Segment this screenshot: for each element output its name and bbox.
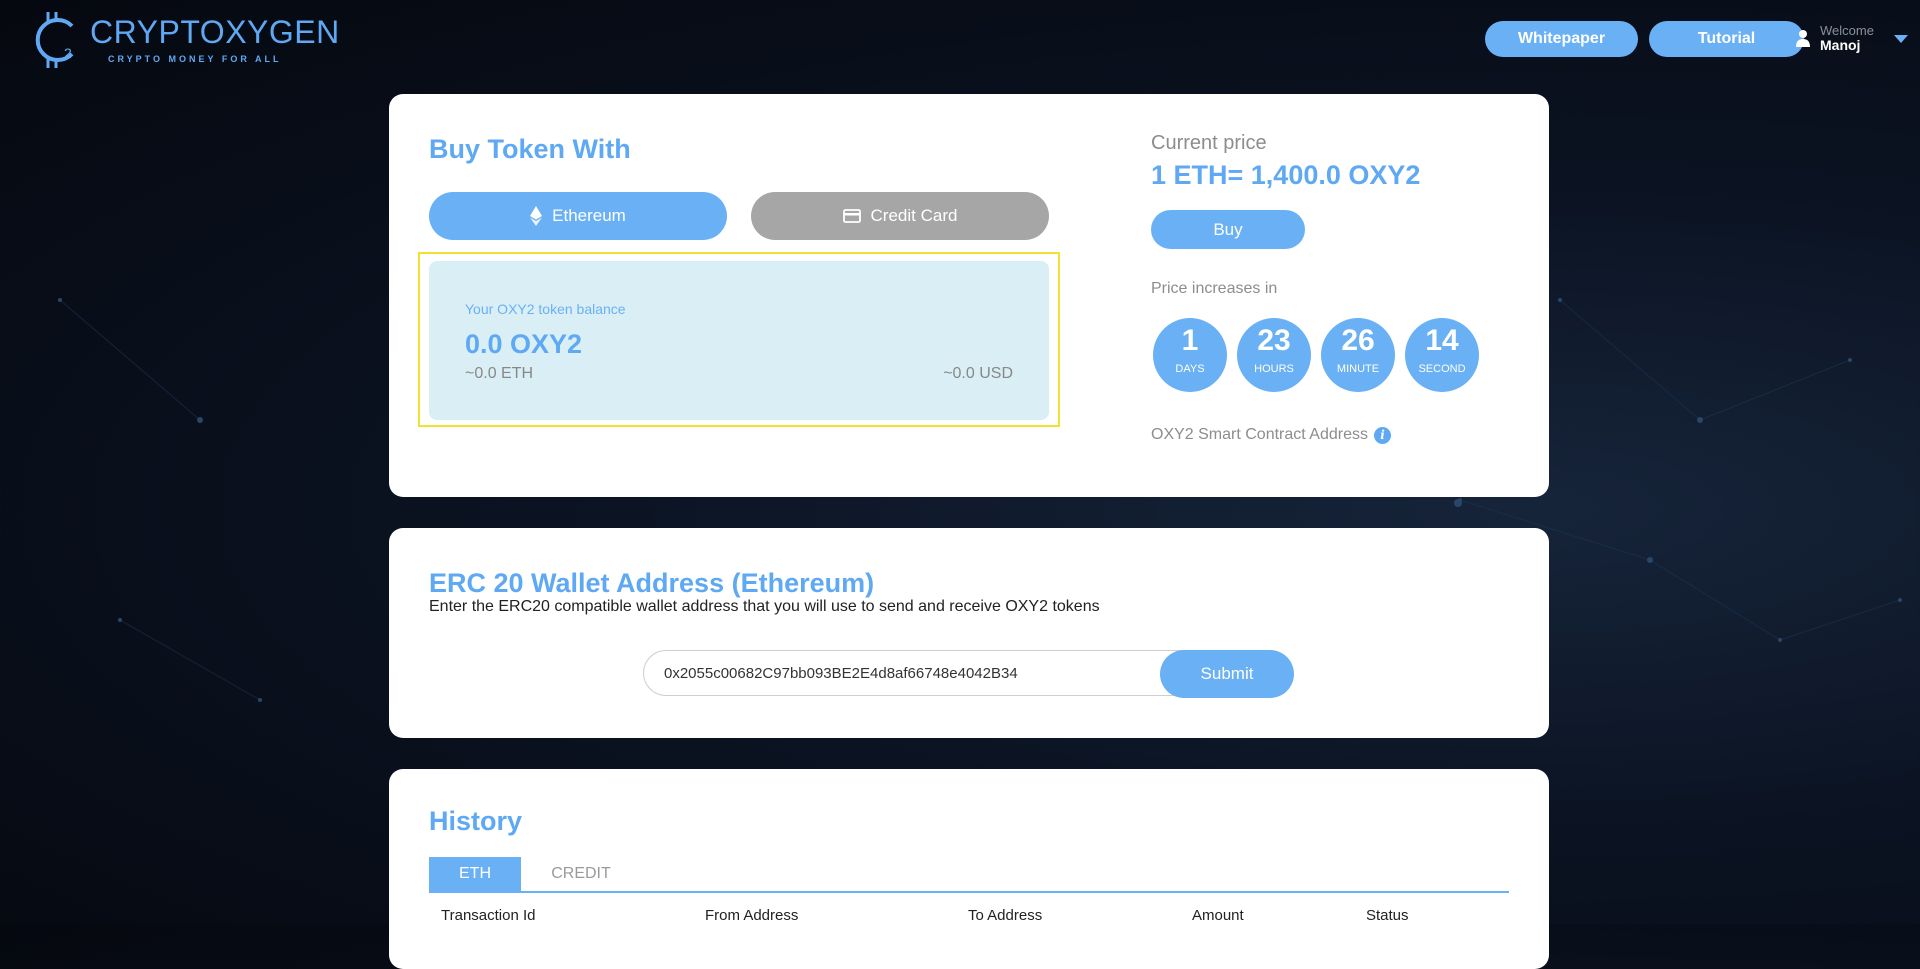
countdown-value: 26 (1341, 324, 1375, 357)
history-card: History ETH CREDIT Transaction Id From A… (389, 769, 1549, 969)
user-icon (1796, 30, 1810, 48)
wallet-address-input[interactable] (643, 650, 1203, 696)
ethereum-icon (530, 206, 543, 226)
welcome-label: Welcome (1820, 23, 1874, 38)
current-price-label: Current price (1151, 132, 1267, 154)
whitepaper-button[interactable]: Whitepaper (1485, 21, 1638, 57)
balance-eth: ~0.0 ETH (465, 365, 534, 382)
countdown-value: 23 (1257, 324, 1291, 357)
ethereum-label: Ethereum (552, 206, 626, 225)
countdown-unit: SECOND (1418, 363, 1466, 375)
countdown-unit: MINUTE (1336, 363, 1380, 375)
tutorial-button[interactable]: Tutorial (1649, 21, 1804, 57)
column-header: From Address (705, 907, 799, 924)
balance-usd: ~0.0 USD (943, 365, 1013, 382)
buy-token-title: Buy Token With (429, 134, 631, 164)
balance-panel: Your OXY2 token balance 0.0 OXY2 ~0.0 ET… (429, 261, 1049, 420)
countdown-hours: 23 HOURS (1237, 318, 1311, 392)
user-name: Manoj (1820, 36, 1861, 53)
history-title: History (429, 806, 523, 836)
credit-card-label: Credit Card (870, 206, 958, 225)
countdown-days: 1 DAYS (1153, 318, 1227, 392)
balance-label: Your OXY2 token balance (465, 301, 626, 317)
countdown-unit: HOURS (1254, 363, 1294, 375)
credit-card-button[interactable]: Credit Card (751, 192, 1049, 240)
logo-name: CRYPTOXYGEN (90, 14, 340, 50)
countdown-minutes: 26 MINUTE (1321, 318, 1395, 392)
wallet-title: ERC 20 Wallet Address (Ethereum) (429, 568, 875, 598)
logo-tagline: CRYPTO MONEY FOR ALL (108, 54, 282, 64)
countdown-unit: DAYS (1175, 363, 1205, 375)
current-price-value: 1 ETH= 1,400.0 OXY2 (1151, 160, 1421, 190)
column-header: Amount (1192, 907, 1244, 924)
wallet-description: Enter the ERC20 compatible wallet addres… (429, 598, 1100, 615)
tab-credit[interactable]: CREDIT (531, 857, 631, 891)
buy-token-card: Buy Token With Ethereum Credit Card Your… (389, 94, 1549, 497)
wallet-card: ERC 20 Wallet Address (Ethereum) Enter t… (389, 528, 1549, 738)
smart-contract-text: OXY2 Smart Contract Address (1151, 426, 1368, 443)
countdown-seconds: 14 SECOND (1405, 318, 1479, 392)
countdown-value: 1 (1181, 324, 1199, 357)
submit-button[interactable]: Submit (1160, 650, 1294, 698)
buy-button[interactable]: Buy (1151, 210, 1305, 249)
info-icon[interactable]: i (1373, 426, 1391, 444)
logo[interactable]: 2 CRYPTOXYGEN CRYPTO MONEY FOR ALL (28, 6, 340, 72)
ethereum-button[interactable]: Ethereum (429, 192, 727, 240)
balance-value: 0.0 OXY2 (465, 329, 583, 359)
column-header: To Address (968, 907, 1043, 924)
tab-eth[interactable]: ETH (429, 857, 521, 891)
svg-text:2: 2 (64, 45, 72, 61)
user-menu[interactable]: Welcome Manoj (1796, 24, 1874, 52)
countdown-value: 14 (1425, 324, 1459, 357)
chevron-down-icon[interactable] (1894, 35, 1908, 43)
column-header: Status (1366, 907, 1409, 924)
tab-underline (429, 891, 1509, 893)
price-increases-label: Price increases in (1151, 280, 1278, 297)
column-header: Transaction Id (441, 907, 536, 924)
credit-card-icon (842, 209, 861, 223)
logo-mark-icon: 2 (35, 12, 74, 68)
smart-contract-label: OXY2 Smart Contract Address i (1151, 426, 1391, 444)
